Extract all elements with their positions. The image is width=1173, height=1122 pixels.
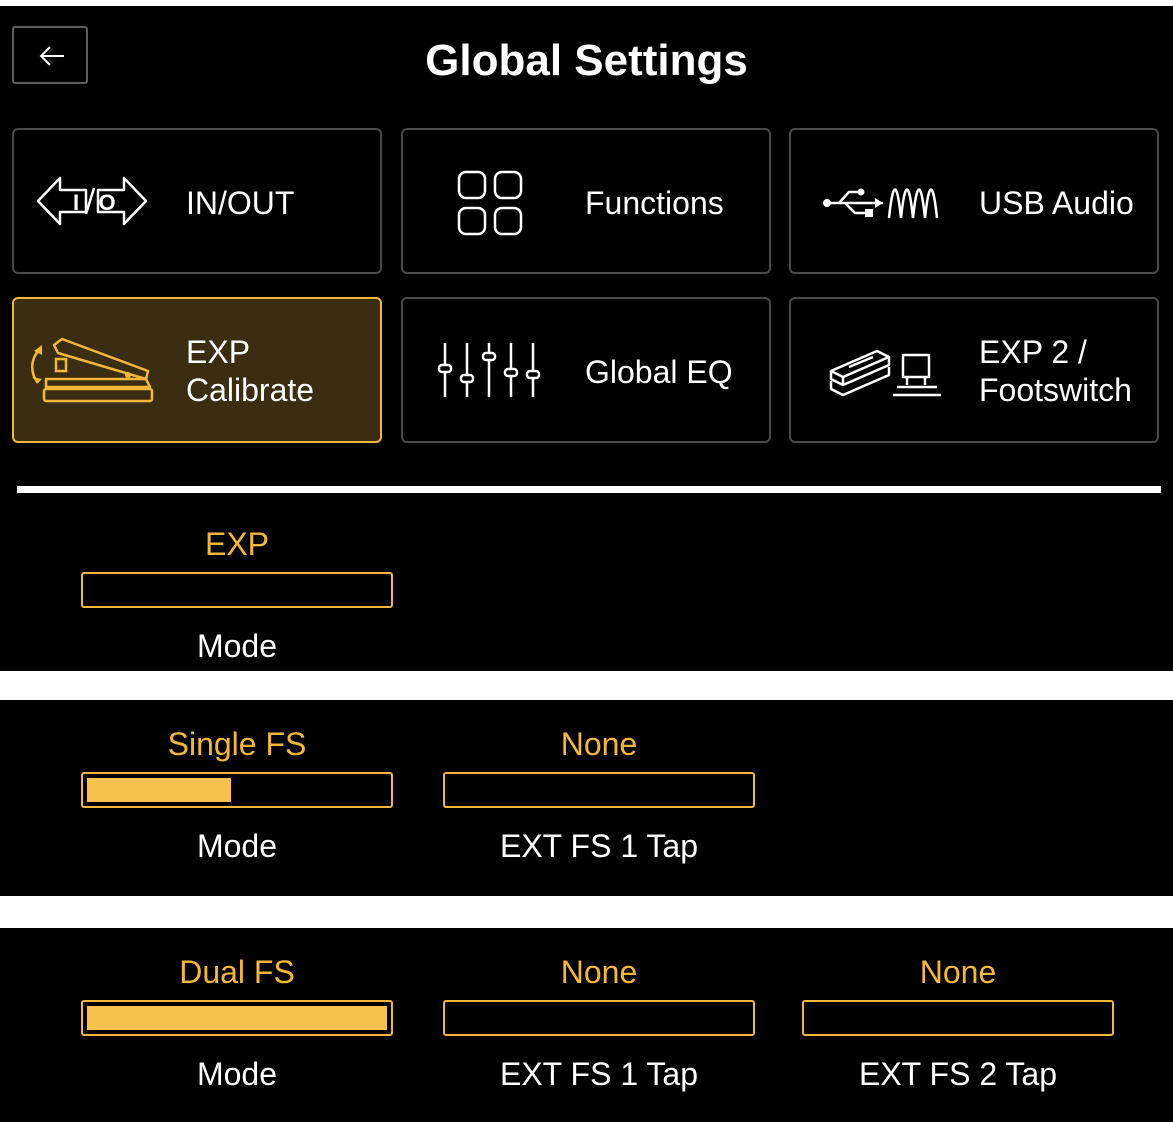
tile-label: EXP Calibrate xyxy=(186,334,315,408)
section-divider xyxy=(17,486,1161,493)
grid-icon xyxy=(457,170,523,236)
ext-fs1-tap-control: None EXT FS 1 Tap xyxy=(443,952,755,1094)
control-name: Mode xyxy=(196,828,278,864)
ext-fs1-tap-bar[interactable] xyxy=(443,1000,755,1036)
tile-label: USB Audio xyxy=(979,185,1134,221)
control-name: EXT FS 1 Tap xyxy=(499,1056,699,1092)
global-settings-panel: Global Settings I O IN/OUT Functions USB… xyxy=(0,6,1173,671)
exp-mode-control: EXP Mode xyxy=(81,524,393,666)
svg-text:O: O xyxy=(98,190,115,215)
tile-label: IN/OUT xyxy=(186,185,295,221)
control-value: None xyxy=(560,954,638,990)
pedal-footswitch-icon xyxy=(829,349,941,397)
tile-functions[interactable]: Functions xyxy=(401,128,771,274)
page-title: Global Settings xyxy=(425,36,748,85)
eq-sliders-icon xyxy=(437,343,541,397)
control-value: Single FS xyxy=(167,726,307,762)
ext-fs1-tap-control: None EXT FS 1 Tap xyxy=(443,724,755,866)
dual-fs-mode-control: Dual FS Mode xyxy=(81,952,393,1094)
control-value: None xyxy=(919,954,997,990)
exp-mode-bar[interactable] xyxy=(81,572,393,608)
tile-label: EXP 2 / Footswitch xyxy=(979,334,1132,408)
ext-fs2-tap-bar[interactable] xyxy=(802,1000,1114,1036)
svg-text:I: I xyxy=(73,190,79,215)
usb-wave-icon xyxy=(823,188,939,219)
control-value: EXP xyxy=(204,526,270,562)
control-name: Mode xyxy=(196,1056,278,1092)
single-fs-mode-control: Single FS Mode xyxy=(81,724,393,866)
control-name: Mode xyxy=(196,628,278,664)
ext-fs1-tap-bar[interactable] xyxy=(443,772,755,808)
tile-in-out[interactable]: I O IN/OUT xyxy=(12,128,382,274)
tile-label: Functions xyxy=(585,185,724,221)
control-value: Dual FS xyxy=(179,954,295,990)
tile-usb-audio[interactable]: USB Audio xyxy=(789,128,1159,274)
tile-global-eq[interactable]: Global EQ xyxy=(401,297,771,443)
control-value: None xyxy=(560,726,638,762)
bar-fill xyxy=(87,1006,387,1030)
tile-exp-calibrate[interactable]: EXP Calibrate xyxy=(12,297,382,443)
control-name: EXT FS 1 Tap xyxy=(499,828,699,864)
expression-pedal-icon xyxy=(31,337,154,403)
tile-exp2-footswitch[interactable]: EXP 2 / Footswitch xyxy=(789,297,1159,443)
single-fs-mode-bar[interactable] xyxy=(81,772,393,808)
io-arrows-icon: I O xyxy=(36,176,148,226)
ext-fs2-tap-control: None EXT FS 2 Tap xyxy=(802,952,1114,1094)
single-fs-panel: Single FS Mode None EXT FS 1 Tap xyxy=(0,700,1173,896)
dual-fs-panel: Dual FS Mode None EXT FS 1 Tap None EXT … xyxy=(0,928,1173,1122)
tile-label: Global EQ xyxy=(585,354,733,390)
control-name: EXT FS 2 Tap xyxy=(858,1056,1058,1092)
dual-fs-mode-bar[interactable] xyxy=(81,1000,393,1036)
bar-fill xyxy=(87,778,231,802)
